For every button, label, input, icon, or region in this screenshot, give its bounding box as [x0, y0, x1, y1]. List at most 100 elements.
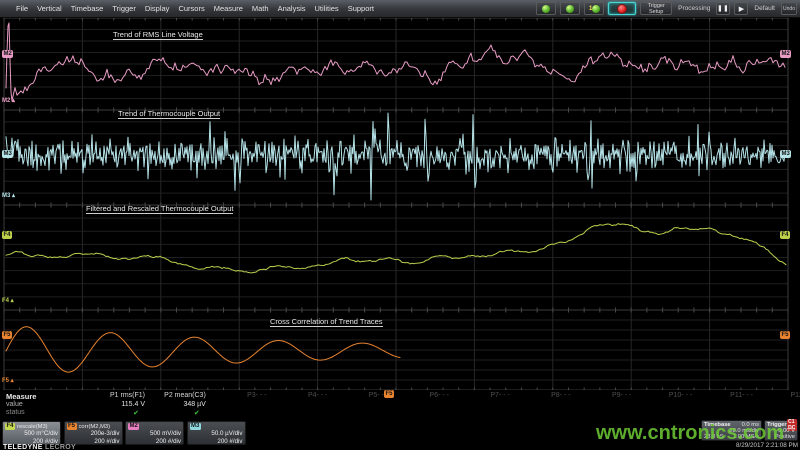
- channel-scale-1: 200e-3/div: [67, 430, 120, 438]
- measure-column-P5[interactable]: P5- - -: [328, 392, 388, 419]
- menu-item-trigger[interactable]: Trigger: [112, 4, 135, 13]
- level-indicator-F5[interactable]: F5: [384, 390, 394, 398]
- channel-tag-M3: M3: [190, 423, 201, 430]
- pause-button[interactable]: ❚❚: [716, 2, 730, 15]
- level-indicator-F4[interactable]: F4: [2, 231, 12, 239]
- channel-scale-1: 50.0 µV/div: [190, 430, 243, 438]
- measure-column-P8[interactable]: P8- - -: [511, 392, 571, 419]
- measure-label: P1 rms(F1): [85, 392, 145, 399]
- default-label: Default: [754, 5, 775, 12]
- channel-box-M3[interactable]: M350.0 µV/div200 #/div: [187, 421, 246, 445]
- menu-item-timebase[interactable]: Timebase: [71, 4, 104, 13]
- status-check-icon: ✔: [146, 409, 206, 417]
- measure-label: P11- - -: [693, 392, 753, 399]
- measure-column-P2[interactable]: P2 mean(C3)348 µV✔: [146, 392, 206, 419]
- measure-column-P9[interactable]: P9- - -: [571, 392, 631, 419]
- display-refresh-icon[interactable]: [560, 2, 580, 15]
- measure-label: P8- - -: [511, 392, 571, 399]
- trigger-setup-label-line2: Setup: [649, 9, 663, 15]
- waveform-display: [0, 0, 800, 450]
- measure-value: 348 µV: [146, 401, 206, 408]
- measure-column-P4[interactable]: P4- - -: [267, 392, 327, 419]
- level-indicator-M3[interactable]: M3: [780, 150, 791, 158]
- measure-label: P12- - -: [754, 392, 800, 399]
- level-indicator-M2[interactable]: M2: [2, 50, 13, 58]
- channel-source: rescale(M3): [17, 424, 48, 430]
- channel-box-F4[interactable]: F4rescale(M3)500 m°C/div200 #/div: [2, 421, 61, 445]
- measure-panel: Measure value status P1 rms(F1)115.4 V✔P…: [0, 390, 800, 420]
- level-indicator-F5[interactable]: F5: [2, 331, 12, 339]
- channel-scale-1: 500 mV/div: [128, 430, 181, 438]
- measure-column-P3[interactable]: P3- - -: [207, 392, 267, 419]
- timebase-samples: 23.0 kS: [704, 434, 724, 440]
- channel-box-M2[interactable]: M2500 mV/div200 #/div: [125, 421, 184, 445]
- brand-lecroy: LECROY: [43, 444, 76, 450]
- channel-tag-F4: F4: [5, 423, 15, 430]
- processing-status: Processing: [678, 5, 710, 12]
- level-indicator-M3[interactable]: M3: [2, 150, 13, 158]
- ground-marker-M2[interactable]: M2 ▴: [2, 98, 15, 104]
- measure-column-P6[interactable]: P6- - -: [389, 392, 449, 419]
- level-indicator-F5[interactable]: F5: [780, 331, 790, 339]
- single-acquire-button[interactable]: 1: [584, 2, 604, 15]
- measure-column-P12[interactable]: P12- - -: [754, 392, 800, 419]
- menu-item-measure[interactable]: Measure: [214, 4, 243, 13]
- brand-teledyne: TELEDYNE: [3, 444, 43, 450]
- menu-item-display[interactable]: Display: [145, 4, 170, 13]
- measure-value: 115.4 V: [85, 401, 145, 408]
- trigger-setup-button[interactable]: Trigger Setup: [640, 2, 672, 15]
- channel-scale-2: 200 #/div: [128, 438, 181, 446]
- menu-bar: File Vertical Timebase Trigger Display Cursor…: [0, 0, 800, 18]
- descriptor-strip: F4rescale(M3)500 m°C/div200 #/divF5corr(…: [0, 420, 800, 450]
- channel-scale-1: 500 m°C/div: [5, 430, 58, 438]
- play-button[interactable]: ▶: [734, 2, 748, 15]
- measure-label: P4- - -: [267, 392, 327, 399]
- oscilloscope-app: File Vertical Timebase Trigger Display Cursor…: [0, 0, 800, 450]
- status-row-label: status: [6, 409, 25, 416]
- measure-label: P6- - -: [389, 392, 449, 399]
- channel-tag-F5: F5: [67, 423, 77, 430]
- refresh-icon: [566, 5, 574, 13]
- record-button[interactable]: [608, 2, 636, 15]
- status-check-icon: ✔: [85, 409, 145, 417]
- menu-item-utilities[interactable]: Utilities: [315, 4, 339, 13]
- annotation-F5: Cross Correlation of Trend Traces: [270, 318, 383, 327]
- value-row-label: value: [6, 401, 23, 408]
- timebase-rate: 1.00 MS/s: [733, 434, 759, 440]
- undo-button[interactable]: Undo: [781, 2, 797, 15]
- menu-item-file[interactable]: File: [16, 4, 28, 13]
- level-indicator-M2[interactable]: M2: [780, 50, 791, 58]
- ground-marker-M3[interactable]: M3 ▴: [2, 193, 15, 199]
- measure-label: P9- - -: [571, 392, 631, 399]
- measure-column-P7[interactable]: P7- - -: [450, 392, 510, 419]
- menu-item-support[interactable]: Support: [348, 4, 374, 13]
- datetime: 8/29/2017 2:21:08 PM: [736, 442, 798, 449]
- channel-source: corr(M2,M3): [79, 424, 111, 430]
- auto-setup-gear-icon[interactable]: [536, 2, 556, 15]
- ground-marker-F4[interactable]: F4 ▴: [2, 298, 14, 304]
- menu-item-vertical[interactable]: Vertical: [37, 4, 62, 13]
- channel-box-F5[interactable]: F5corr(M2,M3)200e-3/div200 #/div: [64, 421, 123, 445]
- trigger-summary[interactable]: TriggerC1 DC 0.00 V Positive: [764, 420, 798, 441]
- measure-column-P1[interactable]: P1 rms(F1) 115.4 V✔: [85, 392, 145, 419]
- pause-icon: ❚❚: [717, 5, 729, 12]
- timebase-title: Timebase: [704, 422, 731, 428]
- annotation-M2: Trend of RMS Line Voltage: [113, 31, 203, 40]
- measure-row-label: Measure: [6, 392, 36, 401]
- menu-item-analysis[interactable]: Analysis: [278, 4, 306, 13]
- level-indicator-F4[interactable]: F4: [780, 231, 790, 239]
- menu-item-cursors[interactable]: Cursors: [178, 4, 204, 13]
- toolbar: 1 Trigger Setup Processing ❚❚ ▶ Default …: [536, 2, 800, 15]
- annotation-F4: Filtered and Rescaled Thermocouple Outpu…: [86, 205, 233, 214]
- timebase-summary[interactable]: Timebase0.0 ms 20.0 ms/div 23.0 kS1.00 M…: [701, 420, 762, 441]
- play-icon: ▶: [739, 5, 744, 13]
- measure-label: P5- - -: [328, 392, 388, 399]
- menu-items: File Vertical Timebase Trigger Display Cursor…: [0, 4, 374, 13]
- channel-tag-M2: M2: [128, 423, 139, 430]
- measure-column-P10[interactable]: P10- - -: [632, 392, 692, 419]
- menu-item-math[interactable]: Math: [252, 4, 269, 13]
- brand-logo: TELEDYNE LECROY: [3, 444, 76, 450]
- measure-column-P11[interactable]: P11- - -: [693, 392, 753, 419]
- ground-marker-F5[interactable]: F5 ▴: [2, 378, 14, 384]
- gear-icon: [542, 5, 550, 13]
